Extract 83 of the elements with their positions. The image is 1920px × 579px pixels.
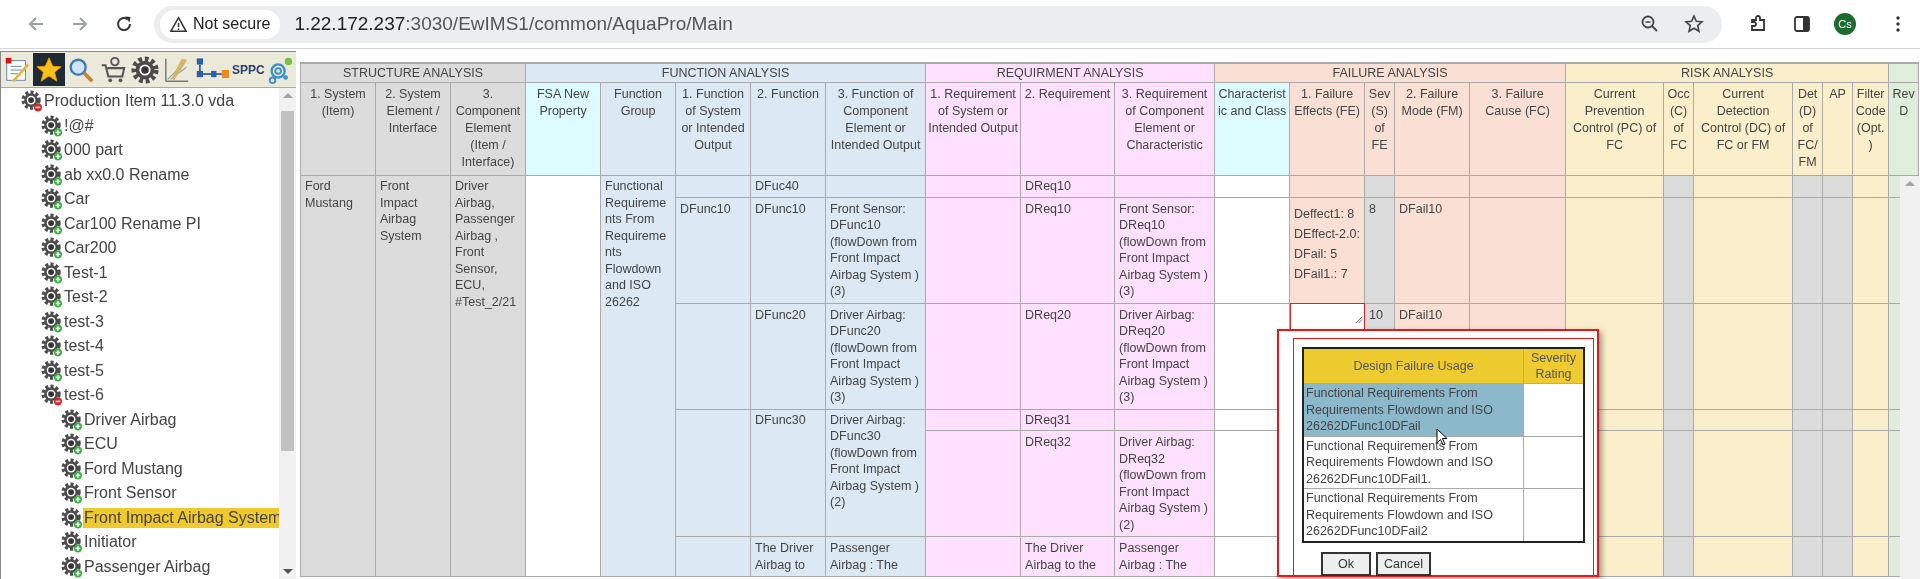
table-cell: Driver Airbag, Passenger Airbag , Front Sensor, ECU, #Test_2/21 bbox=[450, 175, 526, 577]
tree-item[interactable]: Car200 bbox=[63, 238, 118, 259]
column-header: 3. Requirement of Component Element or Characteristic bbox=[1114, 82, 1215, 176]
column-header: 2. Failure Mode (FM) bbox=[1394, 82, 1470, 176]
table-cell: Functional Requirements From Requirements Flowdown and ISO 26262 bbox=[600, 175, 676, 577]
table-cell: DFunc20 bbox=[750, 303, 826, 409]
tree-item[interactable]: Car bbox=[63, 189, 91, 210]
security-chip[interactable]: Not secure bbox=[160, 9, 281, 39]
tree-item[interactable]: Front Sensor bbox=[83, 483, 178, 504]
table-cell: Passenger Airbag : The bbox=[825, 536, 926, 577]
table-cell: DFunc10 bbox=[675, 197, 751, 303]
tree-item[interactable]: test-4 bbox=[63, 336, 105, 357]
table-cell: Driver Airbag: DFunc20 (flowDown from Front Impact Airbag System ) (3) bbox=[825, 303, 926, 409]
list-item[interactable]: Functional Requirements From Requirements Flowdown and ISO 26262DFunc10DFail2 bbox=[1303, 488, 1524, 542]
tree-item[interactable]: Initiator bbox=[83, 532, 138, 553]
table-cell: DFunc30 bbox=[750, 409, 826, 537]
table-cell: Front Sensor: DReq10 (flowDown from Front Impact Airbag System ) (3) bbox=[1114, 197, 1215, 303]
tree-item[interactable]: Driver Airbag bbox=[83, 409, 178, 430]
dialog-button[interactable]: Cancel bbox=[1376, 551, 1431, 576]
column-header: 3. Failure Cause (FC) bbox=[1469, 82, 1566, 176]
tree-item[interactable]: Ford Mustang bbox=[83, 458, 184, 479]
table-cell: Ford Mustang bbox=[300, 175, 376, 577]
column-header: FSA New Property bbox=[525, 82, 601, 176]
tree-item[interactable]: !@# bbox=[63, 115, 95, 136]
tree-item[interactable]: 000 part bbox=[63, 140, 124, 161]
group-header: STRUCTURE ANALYSIS bbox=[300, 63, 526, 83]
table-cell: 8 bbox=[1364, 197, 1395, 303]
column-header: Function Group bbox=[600, 82, 676, 176]
column-header: Characteristic and Class bbox=[1214, 82, 1290, 176]
tree-item[interactable]: Test-1 bbox=[63, 262, 109, 283]
tree-item[interactable]: Production Item 11.3.0 vda bbox=[43, 91, 236, 112]
column-header: 3. Component Element (Item / Interface) bbox=[450, 82, 526, 176]
column-header: Sev (S) of FE bbox=[1364, 82, 1395, 176]
table-cell: Passenger Airbag : The bbox=[1114, 536, 1215, 577]
column-header: Rev D bbox=[1888, 82, 1919, 176]
table-cell: The Driver Airbag to bbox=[750, 536, 826, 577]
column-header: 1. System (Item) bbox=[300, 82, 376, 176]
column-header: 2. Function bbox=[750, 82, 826, 176]
tree-item[interactable]: test-3 bbox=[63, 311, 105, 332]
tree-item[interactable]: Car100 Rename PI bbox=[63, 213, 202, 234]
tree-item[interactable]: ECU bbox=[83, 434, 119, 455]
tree-item[interactable]: Test-2 bbox=[63, 287, 109, 308]
group-header: FUNCTION ANALYSIS bbox=[525, 63, 926, 83]
column-header: Design Failure Usage bbox=[1303, 348, 1524, 384]
column-header: Severity Rating bbox=[1523, 348, 1584, 384]
column-header: Det (D) of FC/ FM bbox=[1792, 82, 1823, 176]
tree-item[interactable]: Passenger Airbag bbox=[83, 556, 212, 577]
column-header: AP bbox=[1822, 82, 1853, 176]
column-header: Filter Code (Opt.) bbox=[1852, 82, 1889, 176]
profile-avatar[interactable]: Cs bbox=[1834, 13, 1856, 35]
table-cell: DReq10 bbox=[1020, 197, 1115, 303]
table-cell: Front Sensor: DFunc10 (flowDown from Front Impact Airbag System ) (3) bbox=[825, 197, 926, 303]
column-header: Occ (C) of FC bbox=[1663, 82, 1694, 176]
column-header: 2. System Element / Interface bbox=[375, 82, 451, 176]
text-button[interactable]: SPPC bbox=[232, 53, 264, 86]
group-header: REQUIRMENT ANALYSIS bbox=[925, 63, 1215, 83]
table-cell: Driver Airbag: DReq20 (flowDown from Front Impact Airbag System ) (3) bbox=[1114, 303, 1215, 409]
table-cell: DFail10 bbox=[1394, 197, 1470, 303]
column-header: 2. Requirement bbox=[1020, 82, 1115, 176]
column-header: 1. Failure Effects (FE) bbox=[1289, 82, 1365, 176]
url-text[interactable]: 1.22.172.237:3030/EwIMS1/common/AquaPro/Main bbox=[294, 13, 733, 35]
table-cell: DReq20 bbox=[1020, 303, 1115, 409]
table-cell: DFunc10 bbox=[750, 197, 826, 303]
group-header: FAILURE ANALYSIS bbox=[1214, 63, 1566, 83]
table-cell[interactable]: Deffect1: 8 DEffect-2.0: DFail: 5 DFail1.: 7 bbox=[1289, 197, 1365, 303]
address-bar[interactable]: Not secure 1.22.172.237:3030/EwIMS1/common/AquaPro/Main bbox=[154, 5, 1722, 43]
column-header: 1. Requirement of System or Intended Output bbox=[925, 82, 1021, 176]
column-header: Current Prevention Control (PC) of FC bbox=[1565, 82, 1664, 176]
table-cell: Driver Airbag: DReq32 (flowDown from Front Impact Airbag System ) (2) bbox=[1114, 430, 1215, 537]
column-header: 1. Function of System or Intended Output bbox=[675, 82, 751, 176]
tree-item[interactable]: test-6 bbox=[63, 385, 105, 406]
table-cell: Driver Airbag: DFunc30 (flowDown from Front Impact Airbag System ) (2) bbox=[825, 409, 926, 537]
security-label: Not secure bbox=[193, 15, 271, 33]
column-header: Current Detection Control (DC) of FC or FM bbox=[1693, 82, 1793, 176]
list-item[interactable]: Functional Requirements From Requirements Flowdown and ISO 26262DFunc10DFail bbox=[1303, 383, 1524, 436]
group-header: RISK ANALYSIS bbox=[1565, 63, 1889, 83]
tree-item[interactable]: ab xx0.0 Rename bbox=[63, 164, 191, 185]
table-cell: The Driver Airbag to the bbox=[1020, 536, 1115, 577]
tree-item[interactable]: test-5 bbox=[63, 360, 105, 381]
dialog-button[interactable]: Ok bbox=[1321, 551, 1371, 576]
table-cell: Front Impact Airbag System bbox=[375, 175, 451, 577]
column-header: 3. Function of Component Element or Intended Output bbox=[825, 82, 926, 176]
table-cell: DReq32 bbox=[1020, 430, 1115, 537]
